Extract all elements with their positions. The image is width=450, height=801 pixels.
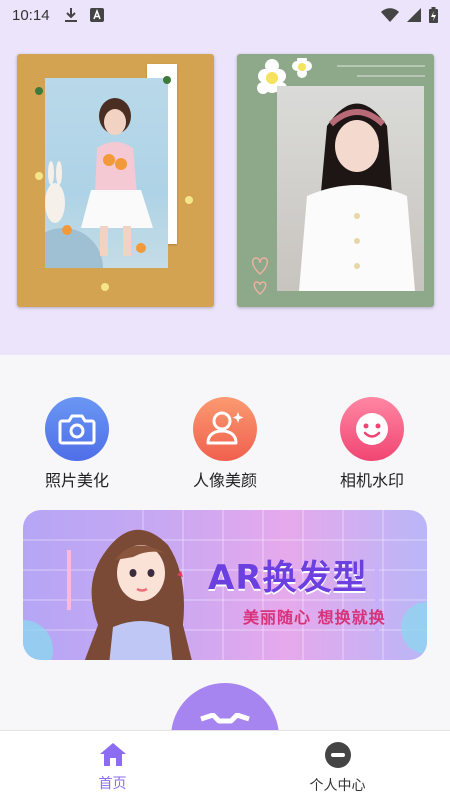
hero-section	[0, 30, 450, 355]
feature-label: 相机水印	[339, 471, 404, 490]
nav-label: 首页	[98, 776, 127, 792]
battery-icon	[429, 7, 438, 23]
nav-item-home[interactable]: 首页	[0, 731, 225, 801]
camera-icon	[58, 414, 96, 445]
profile-icon	[324, 742, 351, 768]
decor-dot	[163, 76, 171, 84]
sample-photo-right	[277, 86, 424, 291]
status-time: 10:14	[12, 6, 50, 24]
wifi-icon	[381, 8, 399, 22]
bottom-navigation: 首页 个人中心	[0, 730, 450, 801]
girl-figure-illustration	[45, 98, 153, 268]
girl-portrait-illustration	[299, 103, 415, 291]
decor-dot	[35, 87, 43, 95]
feature-label: 人像美颜	[192, 471, 257, 490]
feature-icon-circle	[340, 397, 404, 461]
heart-outline-icon	[251, 257, 269, 295]
sample-photo-left	[45, 78, 168, 268]
portrait-icon	[206, 411, 244, 445]
banner-title: AR换发型	[208, 558, 368, 598]
decor-dot	[101, 283, 109, 291]
decor-dot	[185, 196, 193, 204]
photo-frame-left[interactable]	[17, 54, 214, 307]
feature-camera-watermark[interactable]: 相机水印	[322, 397, 422, 491]
feature-icon-circle	[193, 397, 257, 461]
decor-lines	[337, 65, 425, 77]
feature-photo-beautify[interactable]: 照片美化	[27, 397, 127, 491]
status-bar: 10:14	[0, 0, 450, 30]
smiley-icon	[356, 413, 388, 445]
ar-hairstyle-banner[interactable]: AR换发型 美丽随心 想换就换	[23, 510, 427, 660]
banner-subtitle: 美丽随心 想换就换	[243, 608, 386, 627]
download-icon	[64, 8, 77, 22]
decor-dot	[35, 172, 43, 180]
nav-item-profile[interactable]: 个人中心	[225, 731, 450, 801]
girl-cartoon-illustration	[84, 529, 192, 660]
nav-label: 个人中心	[309, 778, 366, 794]
a-app-icon	[89, 8, 104, 22]
feature-grid: 照片美化 人像美颜 相机水印	[0, 397, 450, 490]
feature-portrait-beauty[interactable]: 人像美颜	[175, 397, 275, 491]
feature-icon-circle	[45, 397, 109, 461]
home-icon	[99, 743, 126, 766]
signal-icon	[407, 8, 421, 22]
photo-frame-right[interactable]	[237, 54, 434, 307]
feature-label: 照片美化	[44, 471, 109, 490]
